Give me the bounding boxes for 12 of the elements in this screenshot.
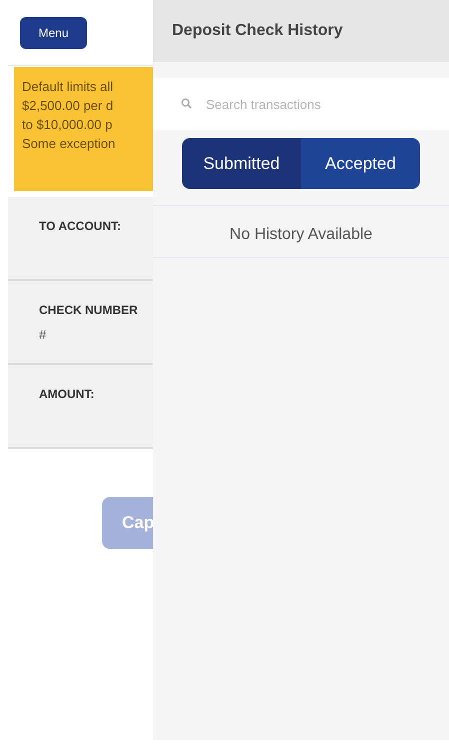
search-field[interactable]: Search transactions <box>153 78 449 130</box>
field-label: TO ACCOUNT: <box>39 218 122 235</box>
tab[interactable]: Accepted <box>301 138 420 189</box>
menu-button[interactable]: Menu <box>20 16 87 48</box>
search-icon <box>181 98 192 109</box>
field-label: CHECK NUMBER <box>39 302 139 319</box>
limits-notice: Default limits all $2,500.00 per d to $10,000.00 p Some exception <box>14 67 153 191</box>
field-label: # <box>39 326 48 344</box>
panel-title: Deposit Check History <box>172 21 343 41</box>
field-label: AMOUNT: <box>39 386 96 403</box>
tab[interactable]: Submitted <box>182 138 301 189</box>
empty-message: No History Available <box>230 225 372 245</box>
